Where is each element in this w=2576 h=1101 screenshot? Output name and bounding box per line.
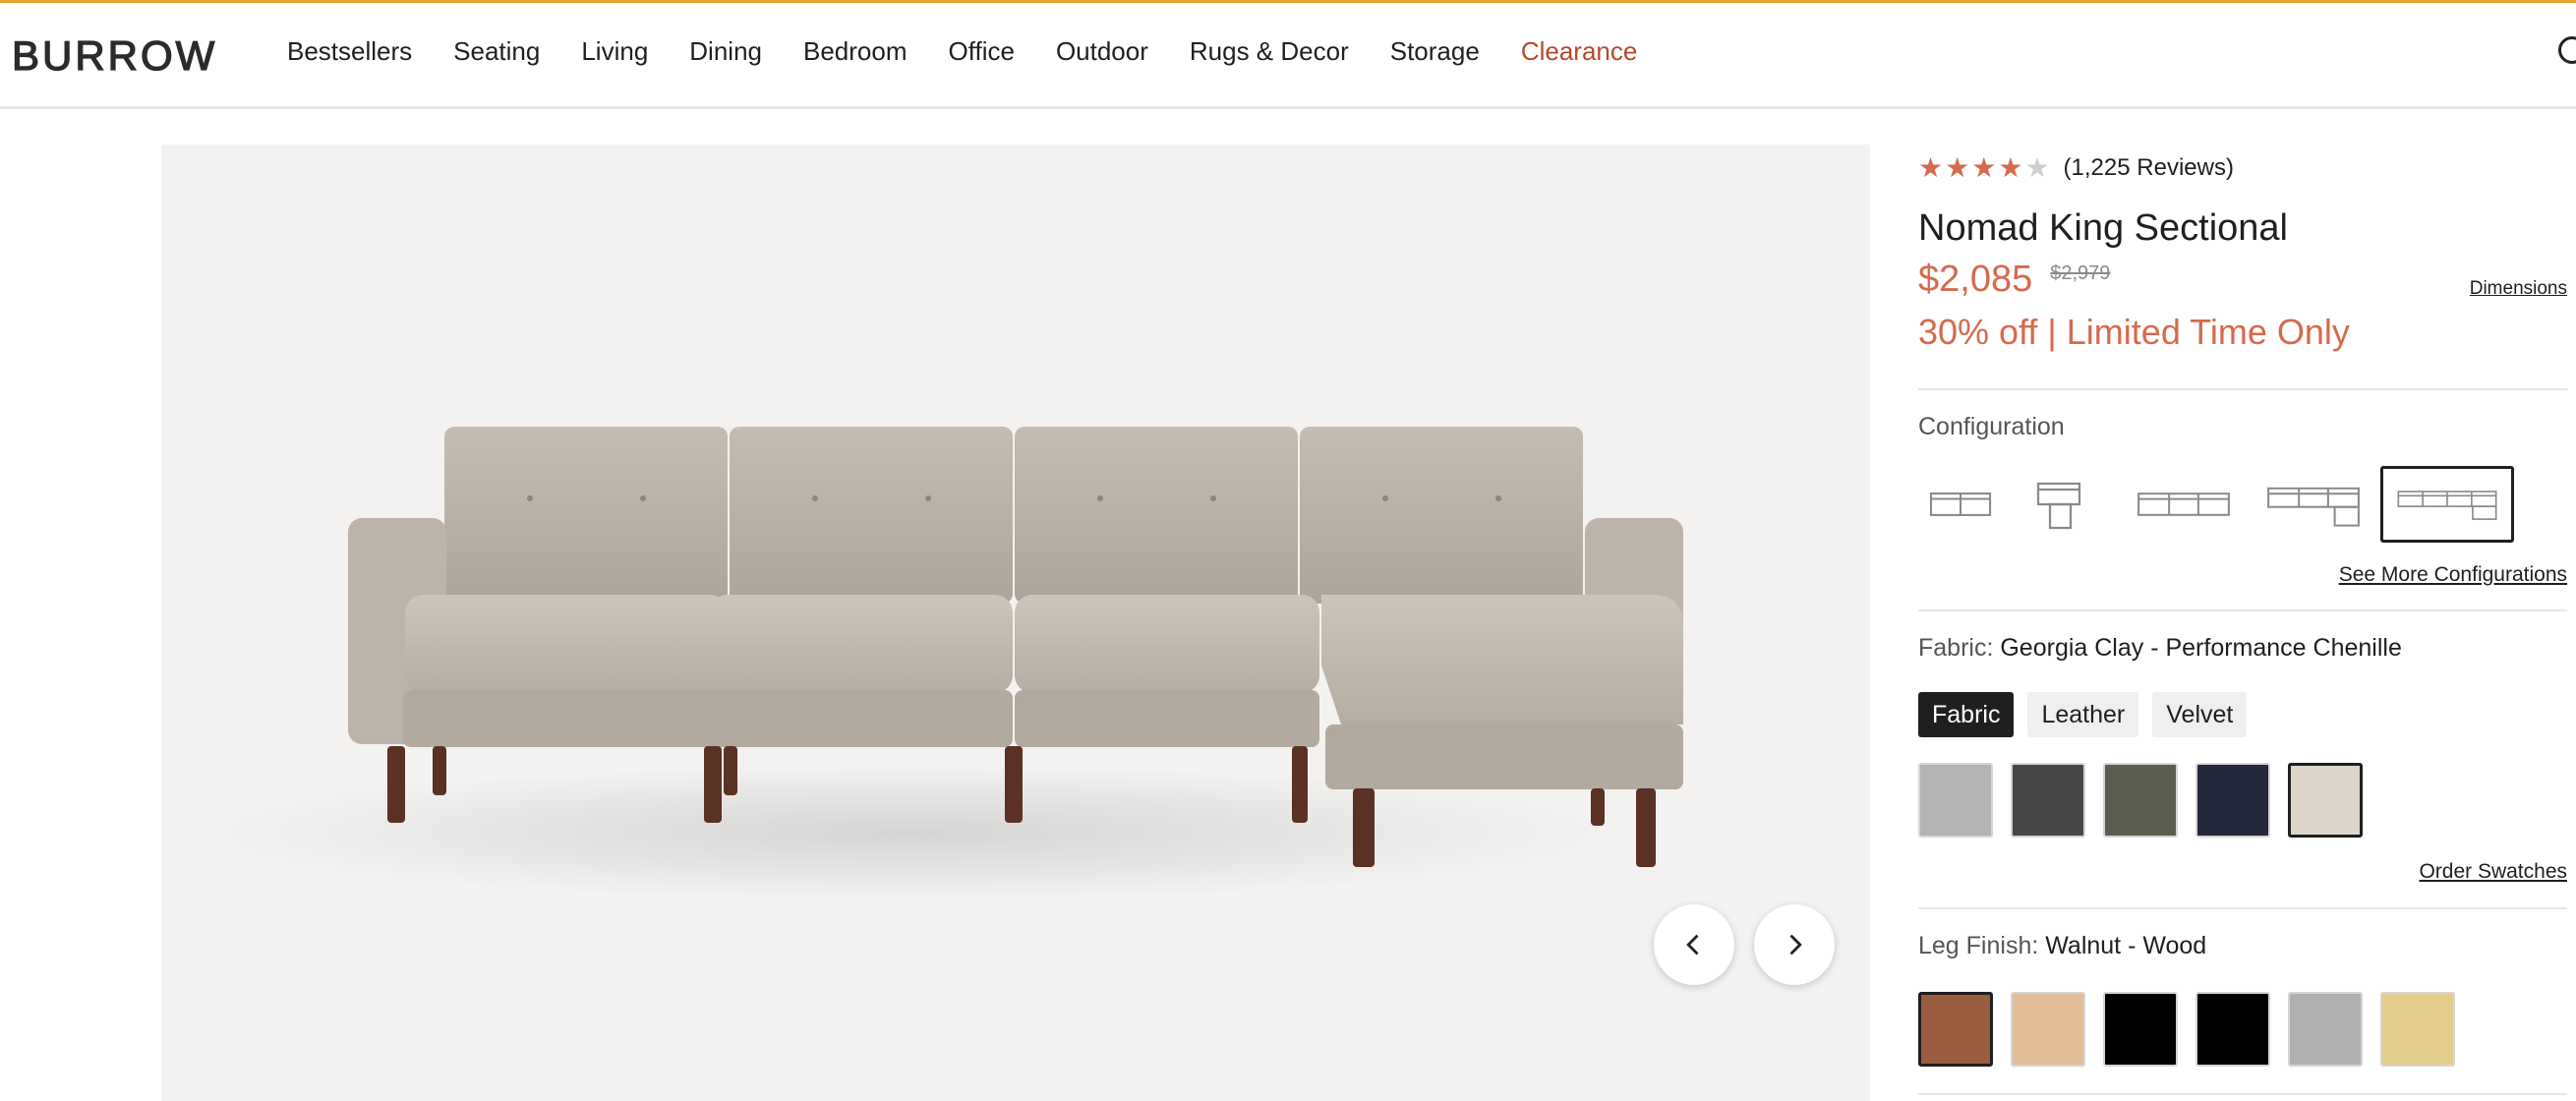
site-header: BURROW Bestsellers Seating Living Dining… — [0, 3, 2576, 109]
price-row: $2,085 $2,979 — [1918, 259, 2110, 301]
chevron-left-icon — [1686, 934, 1699, 956]
see-more-configurations-link[interactable]: See More Configurations — [2339, 563, 2567, 587]
material-tabs: Fabric Leather Velvet — [1918, 692, 2248, 737]
tab-velvet[interactable]: Velvet — [2152, 692, 2248, 737]
leg-finish-swatch[interactable] — [2288, 992, 2363, 1067]
fabric-swatch[interactable] — [2288, 763, 2363, 838]
leg-finish-swatches — [1918, 992, 2455, 1067]
star-empty-icon: ★ — [2024, 152, 2050, 183]
main-nav: Bestsellers Seating Living Dining Bedroo… — [287, 36, 1637, 67]
chevron-right-icon — [1789, 934, 1802, 956]
sofa-config-icon — [2137, 493, 2230, 516]
config-option-sofa[interactable] — [2121, 466, 2247, 543]
product-image-gallery — [161, 145, 1870, 1101]
configuration-label: Configuration — [1918, 413, 2065, 440]
nav-item-seating[interactable]: Seating — [453, 36, 540, 67]
sectional-config-icon — [2267, 487, 2360, 527]
product-image — [201, 427, 1683, 901]
nav-item-living[interactable]: Living — [581, 36, 648, 67]
divider — [1918, 388, 2567, 390]
sale-price: $2,085 — [1918, 259, 2033, 300]
divider — [1918, 907, 2567, 909]
loveseat-config-icon — [1929, 493, 1992, 516]
nav-item-rugs-decor[interactable]: Rugs & Decor — [1190, 36, 1349, 67]
star-icon: ★ — [1971, 152, 1997, 183]
rating-row: ★ ★ ★ ★ ★ (1,225 Reviews) — [1918, 154, 2234, 182]
fabric-swatches — [1918, 763, 2363, 838]
leg-finish-swatch[interactable] — [2195, 992, 2270, 1067]
leg-finish-swatch[interactable] — [2103, 992, 2178, 1067]
nav-item-office[interactable]: Office — [949, 36, 1015, 67]
reviews-link[interactable]: (1,225 Reviews) — [2064, 154, 2234, 182]
star-rating[interactable]: ★ ★ ★ ★ ★ — [1918, 154, 2050, 182]
config-option-loveseat[interactable] — [1918, 466, 2003, 543]
fabric-swatch[interactable] — [2103, 763, 2178, 838]
nav-item-bedroom[interactable]: Bedroom — [803, 36, 907, 67]
dimensions-link[interactable]: Dimensions — [2470, 278, 2567, 300]
fabric-swatch[interactable] — [1918, 763, 1993, 838]
nav-item-storage[interactable]: Storage — [1390, 36, 1480, 67]
gallery-prev-button[interactable] — [1654, 904, 1734, 985]
star-icon: ★ — [1945, 152, 1970, 183]
tab-fabric[interactable]: Fabric — [1918, 692, 2015, 737]
fabric-value: Georgia Clay - Performance Chenille — [2000, 634, 2402, 662]
nav-item-clearance[interactable]: Clearance — [1521, 36, 1638, 67]
nav-item-bestsellers[interactable]: Bestsellers — [287, 36, 412, 67]
leg-finish-swatch[interactable] — [1918, 992, 1993, 1067]
product-title: Nomad King Sectional — [1918, 207, 2288, 249]
brand-logo[interactable]: BURROW — [11, 31, 217, 80]
leg-finish-swatch[interactable] — [2011, 992, 2085, 1067]
star-icon: ★ — [1918, 152, 1944, 183]
original-price: $2,979 — [2050, 262, 2111, 284]
divider — [1918, 609, 2567, 611]
king-sectional-config-icon — [2397, 491, 2497, 520]
config-option-chair-ottoman[interactable] — [2003, 466, 2121, 543]
leg-finish-selection-label: Leg Finish: Walnut - Wood — [1918, 932, 2206, 960]
leg-finish-label: Leg Finish: — [1918, 932, 2039, 959]
leg-finish-swatch[interactable] — [2380, 992, 2455, 1067]
order-swatches-link[interactable]: Order Swatches — [2419, 860, 2567, 884]
fabric-swatch[interactable] — [2195, 763, 2270, 838]
leg-finish-value: Walnut - Wood — [2045, 932, 2207, 959]
chair-ottoman-config-icon — [2036, 482, 2081, 530]
search-icon[interactable] — [2558, 36, 2576, 64]
fabric-selection-label: Fabric: Georgia Clay - Performance Cheni… — [1918, 634, 2402, 663]
star-icon: ★ — [1998, 152, 2023, 183]
tab-leather[interactable]: Leather — [2027, 692, 2139, 737]
fabric-label: Fabric: — [1918, 634, 1994, 662]
configuration-options — [1918, 466, 2514, 543]
config-option-king-sectional[interactable] — [2380, 466, 2514, 543]
config-option-sectional[interactable] — [2247, 466, 2380, 543]
nav-item-outdoor[interactable]: Outdoor — [1056, 36, 1148, 67]
promo-text: 30% off | Limited Time Only — [1918, 312, 2350, 352]
nav-item-dining[interactable]: Dining — [689, 36, 762, 67]
gallery-next-button[interactable] — [1754, 904, 1835, 985]
fabric-swatch[interactable] — [2011, 763, 2085, 838]
divider — [1918, 1093, 2567, 1095]
